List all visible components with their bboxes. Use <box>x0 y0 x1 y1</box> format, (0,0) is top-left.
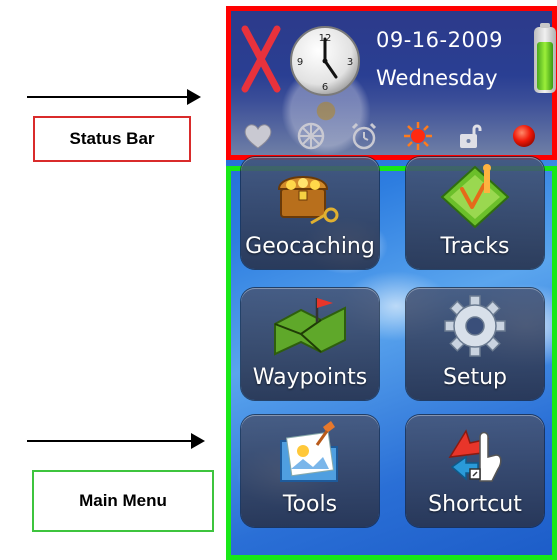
close-x-icon[interactable] <box>239 21 283 95</box>
svg-text:3: 3 <box>347 57 353 68</box>
map-flag-icon <box>271 290 349 360</box>
setup-button[interactable]: Setup <box>406 288 544 400</box>
status-day: Wednesday <box>376 66 498 90</box>
unlocked-padlock-icon[interactable] <box>454 119 488 153</box>
alarm-clock-icon[interactable] <box>347 119 381 153</box>
geocaching-label: Geocaching <box>245 234 375 259</box>
tools-folder-icon <box>271 417 349 487</box>
record-dot-icon[interactable] <box>507 119 541 153</box>
waypoints-label: Waypoints <box>252 365 368 390</box>
clock-icon[interactable]: 12 3 6 9 <box>289 25 361 97</box>
page: Status Bar Main Menu 3 6 9 09-16-2009 We… <box>0 0 557 560</box>
main-menu-callout: Main Menu <box>32 470 214 532</box>
status-icon-row <box>241 119 541 153</box>
sun-icon[interactable] <box>401 119 435 153</box>
tracks-button[interactable]: Tracks <box>406 157 544 269</box>
tracks-icon <box>436 159 514 229</box>
status-bar-callout-label: Status Bar <box>69 129 155 148</box>
gear-icon <box>436 290 514 360</box>
tools-button[interactable]: Tools <box>241 415 379 527</box>
shortcut-button[interactable]: Shortcut <box>406 415 544 527</box>
tracks-label: Tracks <box>440 234 510 259</box>
setup-label: Setup <box>442 365 508 390</box>
geocaching-button[interactable]: Geocaching <box>241 157 379 269</box>
shortcut-arrows-icon <box>436 417 514 487</box>
status-date: 09-16-2009 <box>376 28 504 52</box>
treasure-chest-icon <box>271 159 349 229</box>
main-menu: Geocaching Tracks Waypoints Setup Tools … <box>226 157 557 560</box>
tools-label: Tools <box>282 492 338 517</box>
waypoints-button[interactable]: Waypoints <box>241 288 379 400</box>
main-menu-callout-label: Main Menu <box>79 491 167 510</box>
battery-level-fill <box>537 42 553 90</box>
status-bar-callout: Status Bar <box>33 116 191 162</box>
battery-icon[interactable] <box>534 23 556 93</box>
device-screen: 12 3 6 9 09-16-2009 Wednesday <box>226 6 557 560</box>
svg-text:6: 6 <box>322 82 328 93</box>
svg-text:9: 9 <box>297 57 303 68</box>
status-bar: 12 3 6 9 09-16-2009 Wednesday <box>226 6 557 160</box>
main-menu-arrow <box>27 433 205 449</box>
wheel-icon[interactable] <box>294 119 328 153</box>
heart-icon[interactable] <box>241 119 275 153</box>
status-bar-arrow <box>27 89 201 105</box>
shortcut-label: Shortcut <box>428 492 522 517</box>
